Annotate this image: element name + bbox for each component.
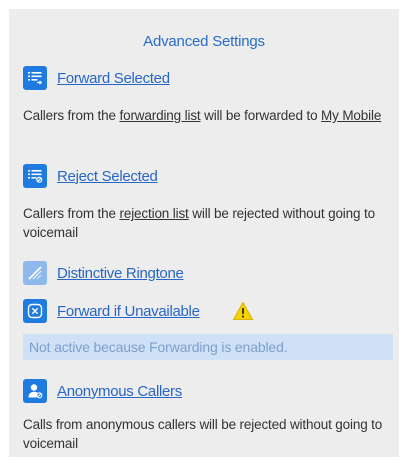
forward-selected-link[interactable]: Forward Selected <box>57 70 170 87</box>
forward-unavailable-icon[interactable] <box>23 299 47 323</box>
forward-selected-description: Callers from the forwarding list will be… <box>23 106 393 125</box>
reject-selected-desc-text: Callers from the <box>23 206 120 221</box>
reject-selected-row: Reject Selected <box>23 164 158 188</box>
anonymous-callers-description: Calls from anonymous callers will be rej… <box>23 417 383 451</box>
distinctive-ringtone-row: Distinctive Ringtone <box>23 261 184 285</box>
forwarding-enabled-notice: Not active because Forwarding is enabled… <box>23 334 393 360</box>
warning-icon <box>232 301 254 321</box>
reject-selected-description: Callers from the rejection list will be … <box>23 204 393 242</box>
forward-selected-desc-text: Callers from the <box>23 108 120 123</box>
forward-selected-row: Forward Selected <box>23 66 170 90</box>
forward-if-unavailable-link[interactable]: Forward if Unavailable <box>57 303 200 320</box>
list-forward-icon[interactable] <box>23 66 47 90</box>
forward-selected-desc-middle: will be forwarded to <box>200 108 322 123</box>
my-mobile-link[interactable]: My Mobile <box>321 108 381 123</box>
rejection-list-link[interactable]: rejection list <box>119 206 188 221</box>
advanced-settings-panel: Advanced Settings Forward Selected Calle… <box>9 9 399 457</box>
forwarding-list-link[interactable]: forwarding list <box>119 108 200 123</box>
reject-selected-link[interactable]: Reject Selected <box>57 168 158 185</box>
forward-if-unavailable-row: Forward if Unavailable <box>23 299 254 323</box>
anonymous-callers-link[interactable]: Anonymous Callers <box>57 383 182 400</box>
ringtone-icon[interactable] <box>23 261 47 285</box>
anonymous-callers-row: Anonymous Callers <box>23 379 182 403</box>
distinctive-ringtone-link[interactable]: Distinctive Ringtone <box>57 265 184 282</box>
list-reject-icon[interactable] <box>23 164 47 188</box>
anonymous-caller-icon[interactable] <box>23 379 47 403</box>
panel-title: Advanced Settings <box>143 33 265 50</box>
